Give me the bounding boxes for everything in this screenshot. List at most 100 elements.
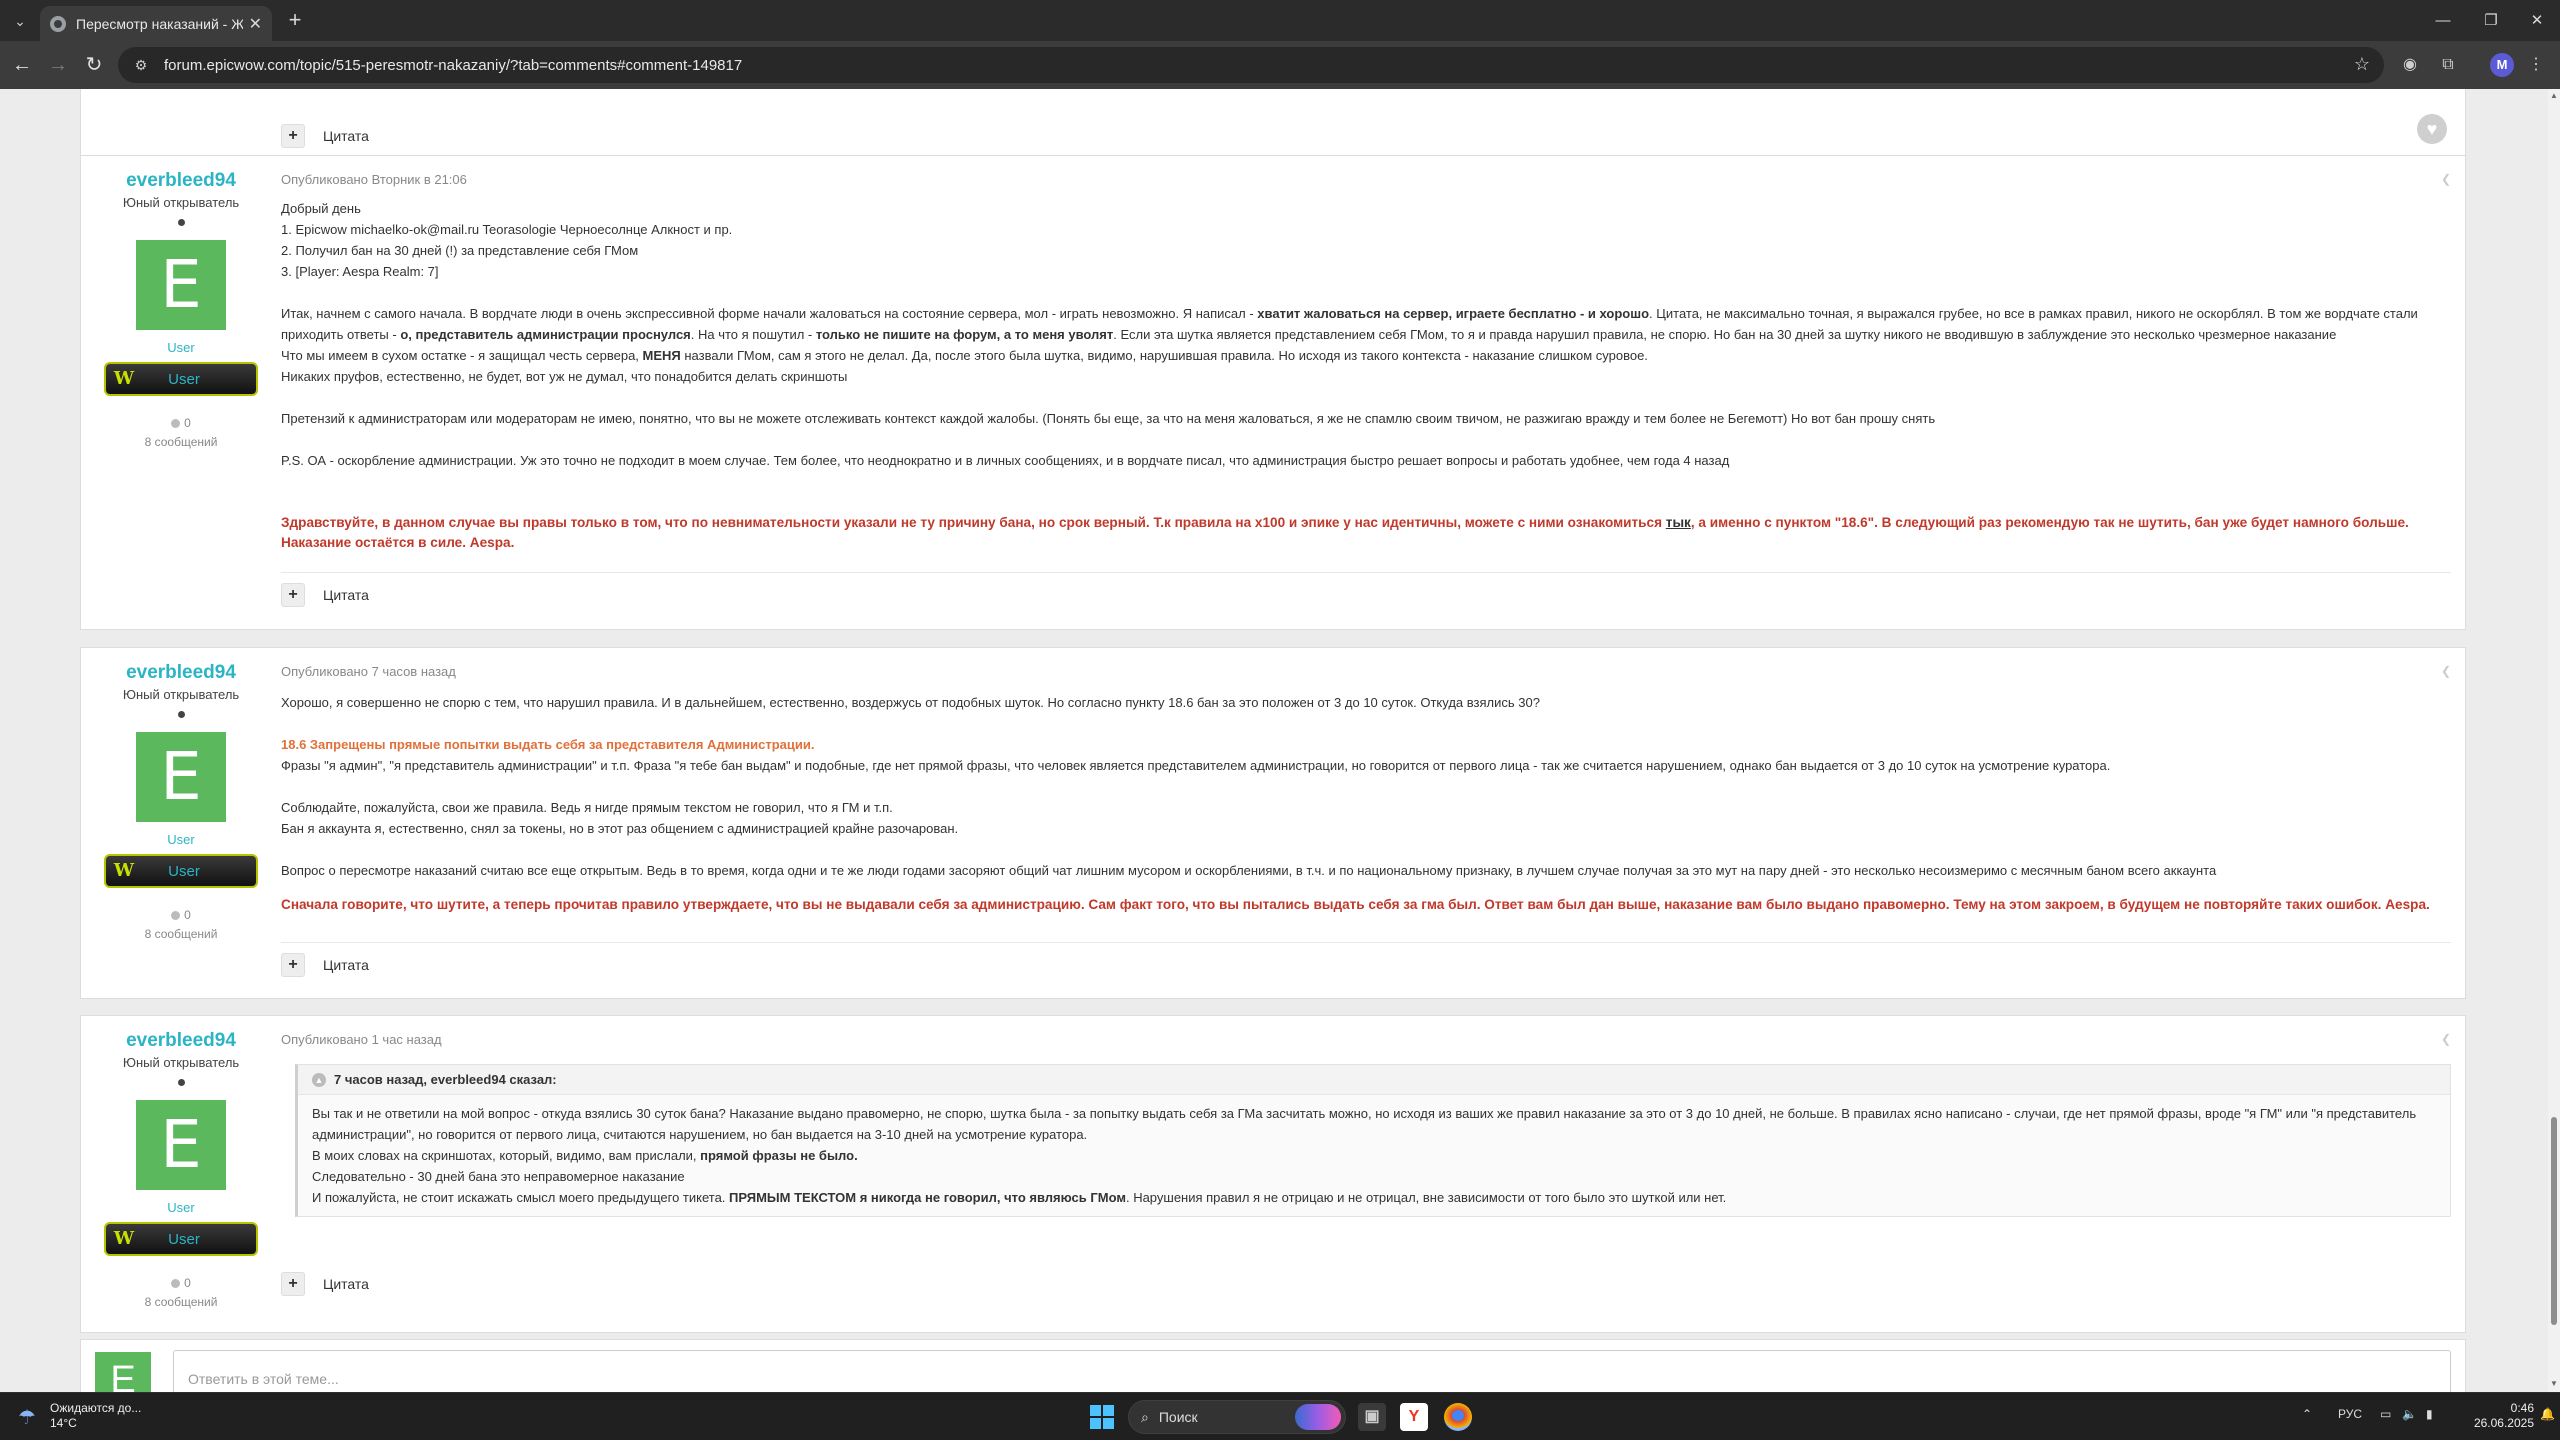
- author-column: everbleed94 Юный открыватель E User W Us…: [81, 1016, 281, 1309]
- forum-post: everbleed94 Юный открыватель E User W Us…: [80, 155, 2466, 630]
- quote-button[interactable]: Цитата: [323, 587, 369, 603]
- site-info-icon[interactable]: ⚙: [130, 54, 152, 76]
- scroll-down-icon[interactable]: ▼: [2550, 1379, 2558, 1388]
- reply-input[interactable]: Ответить в этой теме...: [173, 1350, 2451, 1392]
- browser-menu-icon[interactable]: ⋮: [2524, 53, 2548, 77]
- post-count[interactable]: 8 сообщений: [81, 435, 281, 449]
- reload-button[interactable]: ↻: [80, 51, 108, 79]
- post-date[interactable]: Опубликовано Вторник в 21:06: [281, 172, 467, 187]
- scroll-up-icon[interactable]: ▲: [2550, 91, 2558, 100]
- post-date[interactable]: Опубликовано 7 часов назад: [281, 664, 456, 679]
- quoted-post: ▲ 7 часов назад, everbleed94 сказал: Вы …: [295, 1064, 2451, 1217]
- reputation-icon: [171, 910, 181, 920]
- weather-icon[interactable]: ☂: [18, 1405, 42, 1429]
- quote-line: Вы так и не ответили на мой вопрос - отк…: [312, 1106, 2417, 1142]
- network-icon[interactable]: ▭: [2380, 1407, 2391, 1421]
- post-controls: ❮: [2441, 664, 2451, 678]
- quote-header[interactable]: ▲ 7 часов назад, everbleed94 сказал:: [298, 1065, 2450, 1095]
- post-paragraph: P.S. ОА - оскорбление администрации. Уж …: [281, 453, 1730, 468]
- like-heart-icon[interactable]: ♥: [2417, 114, 2447, 144]
- tray-overflow-icon[interactable]: ⌃: [2302, 1407, 2312, 1421]
- avatar[interactable]: E: [136, 1100, 226, 1190]
- online-status-icon: [177, 711, 185, 718]
- post-controls: ❮: [2441, 172, 2451, 186]
- share-icon[interactable]: ❮: [2441, 664, 2451, 678]
- search-icon: ⌕: [1141, 1408, 1149, 1425]
- extensions-puzzle-icon[interactable]: ⧉: [2436, 53, 2460, 77]
- close-tab-icon[interactable]: ✕: [249, 14, 262, 34]
- multiquote-plus-button[interactable]: +: [281, 1272, 305, 1296]
- quote-button[interactable]: Цитата: [323, 1276, 369, 1292]
- post-line: 3. [Player: Aespa Realm: 7]: [281, 264, 439, 279]
- post-paragraph: Соблюдайте, пожалуйста, свои же правила.…: [281, 800, 893, 815]
- badge-label: User: [168, 370, 200, 388]
- post-paragraph: Никаких пруфов, естественно, не будет, в…: [281, 369, 848, 384]
- reputation: 0: [81, 416, 281, 430]
- minimize-window-button[interactable]: —: [2420, 6, 2466, 36]
- clock-date: 26.06.2025: [2473, 1416, 2534, 1430]
- quote-button[interactable]: Цитата: [323, 128, 369, 144]
- reputation-value: 0: [184, 908, 191, 922]
- notification-icon[interactable]: 🔔: [2540, 1407, 2555, 1421]
- author-rank: Юный открыватель: [122, 1055, 240, 1070]
- restore-window-button[interactable]: ❐: [2468, 6, 2514, 36]
- search-label: Поиск: [1158, 1409, 1198, 1425]
- post-count[interactable]: 8 сообщений: [81, 927, 281, 941]
- battery-icon[interactable]: ▮: [2426, 1407, 2433, 1421]
- scroll-thumb[interactable]: [2551, 1117, 2557, 1325]
- share-icon[interactable]: ❮: [2441, 1032, 2451, 1046]
- volume-icon[interactable]: 🔈: [2402, 1407, 2417, 1421]
- avatar[interactable]: E: [136, 240, 226, 330]
- profile-avatar-button[interactable]: M: [2490, 53, 2514, 77]
- quote-line: Следовательно - 30 дней бана это неправо…: [312, 1169, 685, 1184]
- weather-temperature: 14°C: [50, 1416, 77, 1430]
- moderator-response: Здравствуйте, в данном случае вы правы т…: [281, 515, 2409, 550]
- new-tab-button[interactable]: +: [282, 8, 308, 34]
- multiquote-plus-button[interactable]: +: [281, 952, 305, 977]
- task-view-icon[interactable]: ▣: [1358, 1403, 1386, 1431]
- group-badge: W User: [104, 1222, 258, 1256]
- extension-icon[interactable]: ◉: [2398, 53, 2422, 77]
- multiquote-plus-button[interactable]: +: [281, 582, 305, 607]
- group-badge: W User: [104, 362, 258, 396]
- post-content: Опубликовано Вторник в 21:06 ❮ Добрый де…: [281, 156, 2465, 631]
- chrome-icon[interactable]: [1444, 1403, 1472, 1431]
- quote-button[interactable]: Цитата: [323, 957, 369, 973]
- back-button[interactable]: ←: [8, 51, 36, 79]
- weather-widget[interactable]: Ожидаются до... 14°C: [50, 1401, 141, 1431]
- post-date[interactable]: Опубликовано 1 час назад: [281, 1032, 442, 1047]
- address-bar[interactable]: ⚙ forum.epicwow.com/topic/515-peresmotr-…: [118, 47, 2384, 83]
- tab-search-button[interactable]: ⌄: [8, 9, 32, 33]
- language-indicator[interactable]: РУС: [2338, 1407, 2362, 1421]
- page-viewport: + Цитата ♥ everbleed94 Юный открыватель …: [0, 89, 2548, 1392]
- yandex-browser-icon[interactable]: Y: [1400, 1403, 1428, 1431]
- share-icon[interactable]: ❮: [2441, 172, 2451, 186]
- taskbar-search[interactable]: ⌕ Поиск: [1128, 1400, 1346, 1434]
- reputation-icon: [171, 1278, 181, 1288]
- close-window-button[interactable]: ✕: [2514, 6, 2560, 36]
- post-line: 1. Epicwow michaelko-ok@mail.ru Teorasol…: [281, 222, 733, 237]
- post-count[interactable]: 8 сообщений: [81, 1295, 281, 1309]
- start-button[interactable]: [1090, 1405, 1114, 1429]
- browser-tab-active[interactable]: Пересмотр наказаний - Жалобы ✕: [40, 6, 272, 41]
- page-scrollbar[interactable]: ▲ ▼: [2548, 89, 2560, 1392]
- online-status-icon: [177, 219, 185, 226]
- forward-button[interactable]: →: [44, 51, 72, 79]
- quote-line: И пожалуйста, не стоит искажать смысл мо…: [312, 1190, 1727, 1205]
- post-content: Опубликовано 1 час назад ❮ ▲ 7 часов наз…: [281, 1016, 2465, 1334]
- avatar[interactable]: E: [136, 732, 226, 822]
- reputation: 0: [81, 908, 281, 922]
- author-name[interactable]: everbleed94: [81, 662, 281, 684]
- system-clock[interactable]: 0:46 26.06.2025: [2452, 1401, 2534, 1431]
- group-name: User: [167, 340, 195, 355]
- quote-line: В моих словах на скриншотах, который, ви…: [312, 1148, 858, 1163]
- rules-link[interactable]: тык: [1666, 515, 1691, 530]
- rule-heading: 18.6 Запрещены прямые попытки выдать себ…: [281, 737, 815, 752]
- reputation-icon: [171, 418, 181, 428]
- author-name[interactable]: everbleed94: [81, 170, 281, 192]
- bookmark-star-icon[interactable]: ☆: [2354, 54, 2370, 75]
- reputation-value: 0: [184, 1276, 191, 1290]
- author-name[interactable]: everbleed94: [81, 1030, 281, 1052]
- multiquote-plus-button[interactable]: +: [281, 124, 305, 148]
- url-text[interactable]: forum.epicwow.com/topic/515-peresmotr-na…: [164, 57, 742, 74]
